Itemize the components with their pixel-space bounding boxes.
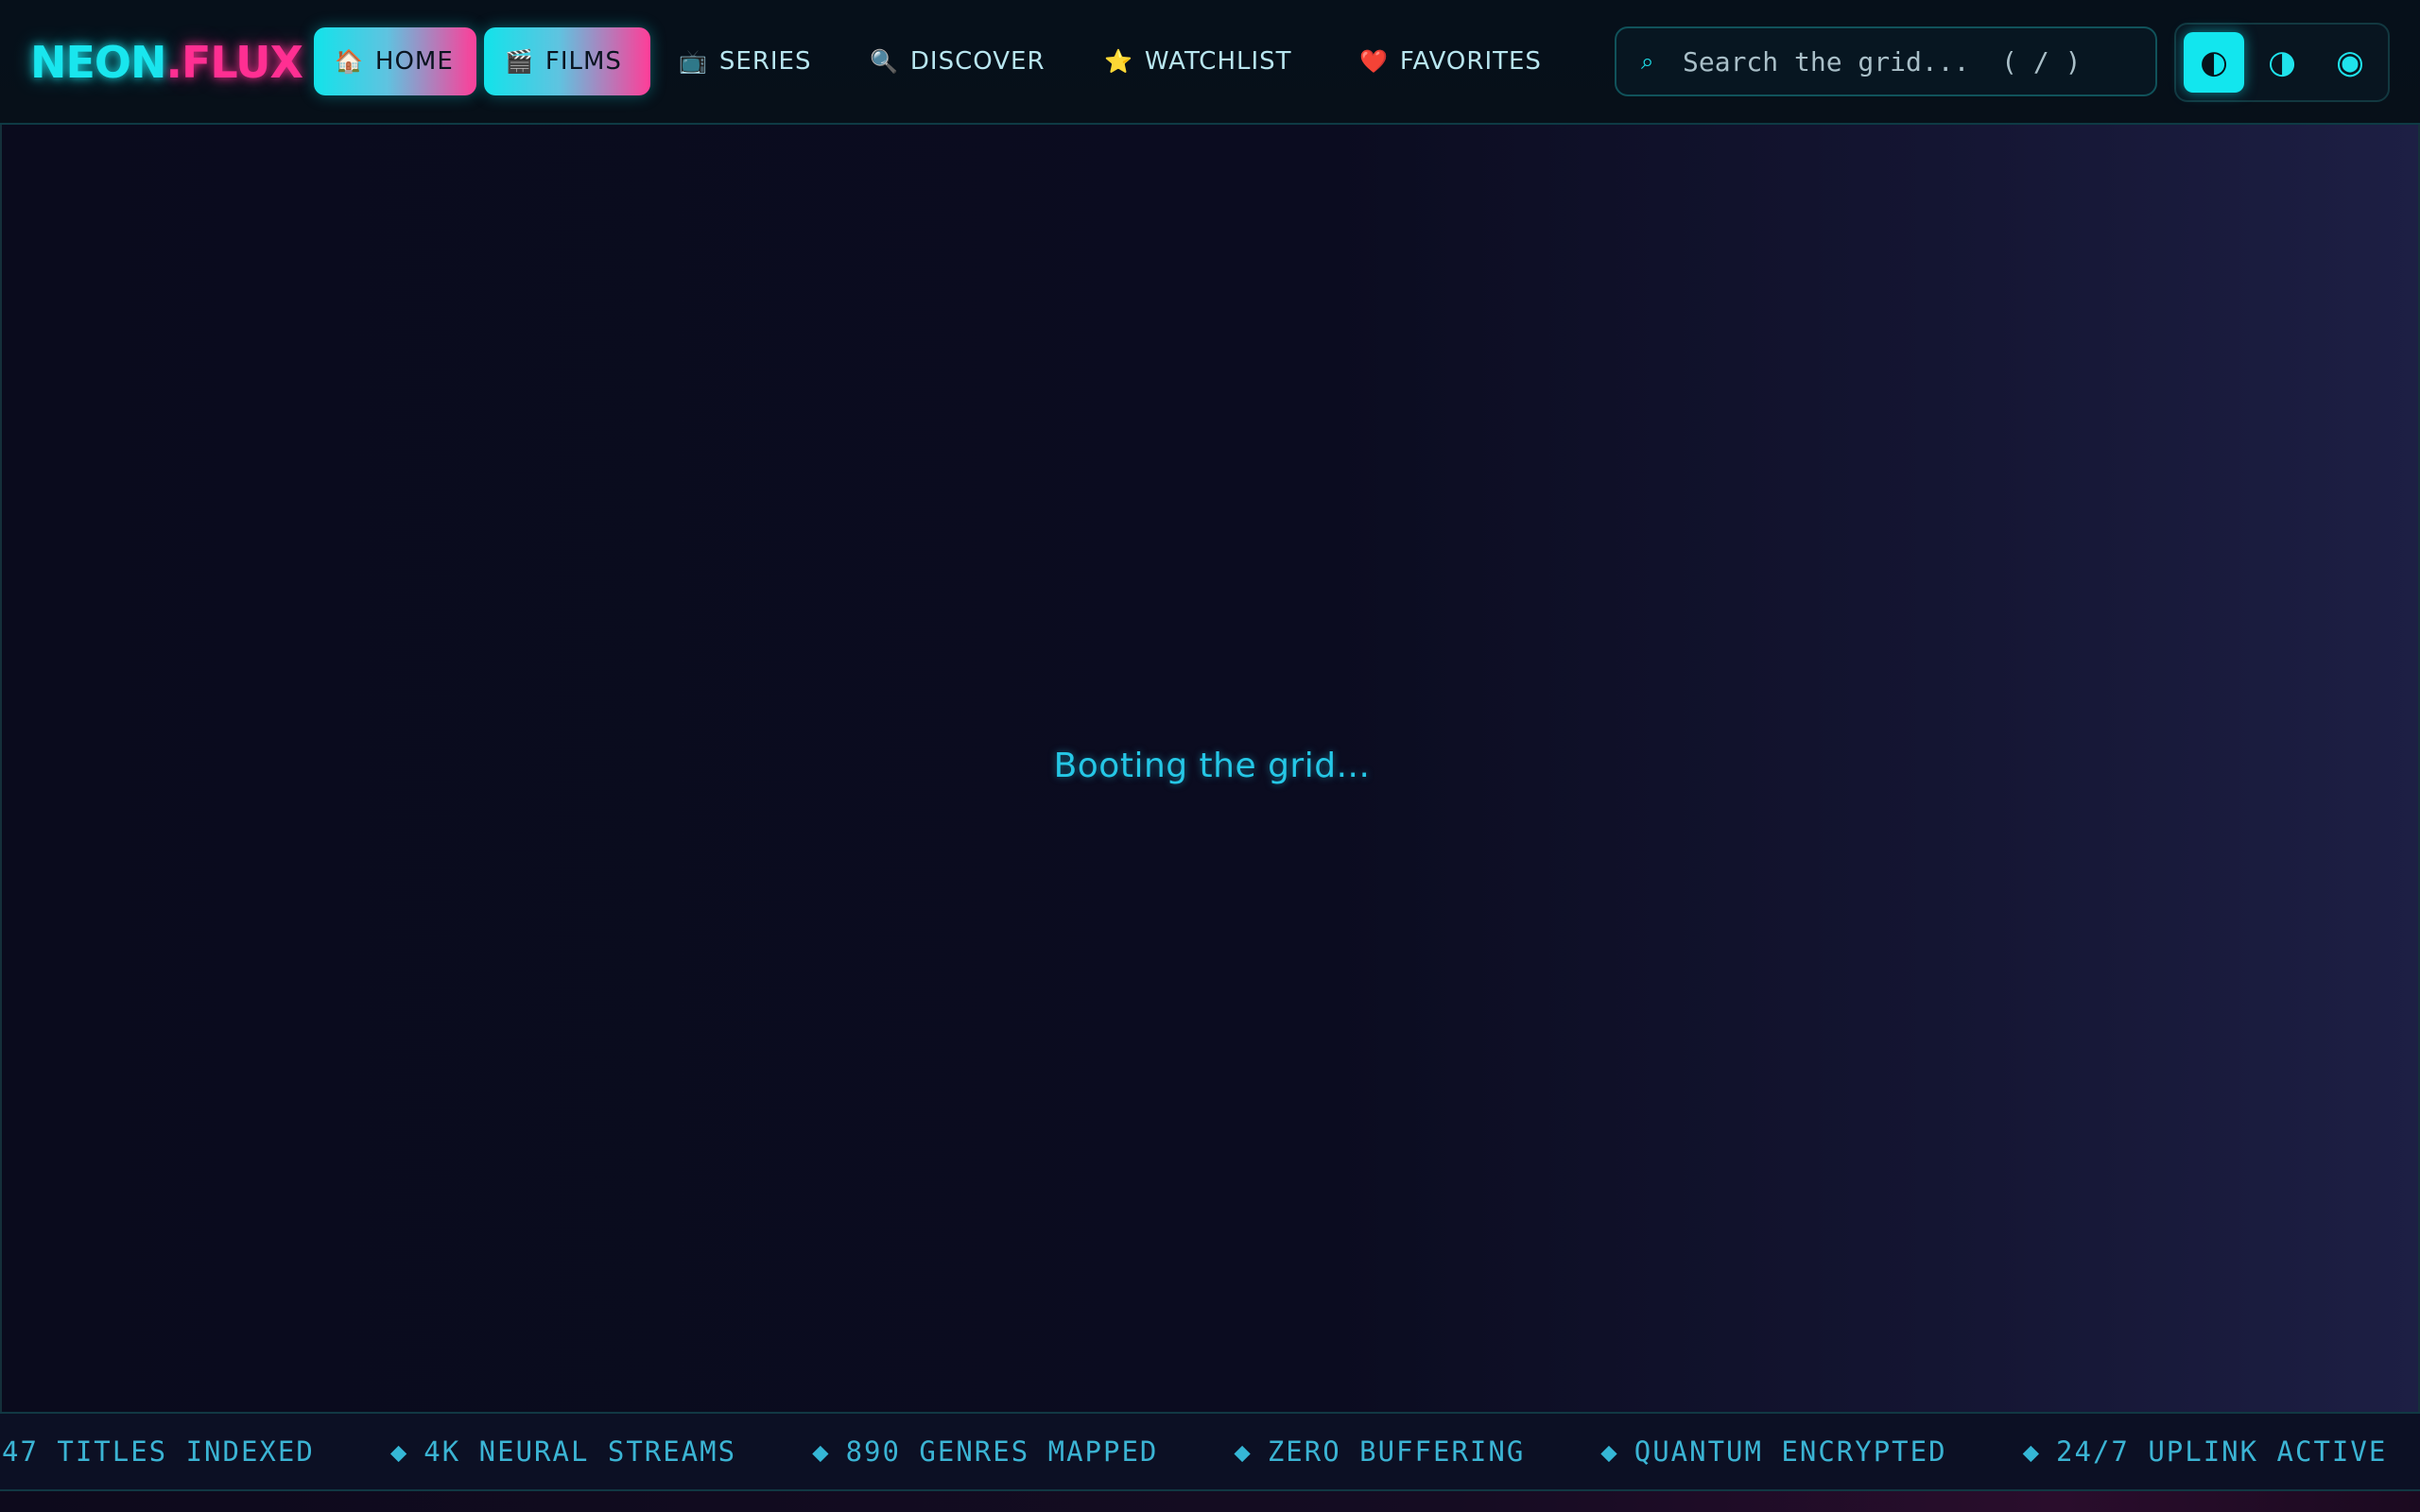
nav-series[interactable]: 📺 SERIES [658, 27, 833, 95]
home-icon: 🏠 [335, 48, 364, 75]
logo[interactable]: NEON.FLUX [30, 34, 303, 91]
nav-watchlist[interactable]: ⭐ WATCHLIST [1083, 27, 1313, 95]
nav-favorites-label: FAVORITES [1399, 47, 1542, 76]
ticker-item: ◆ QUANTUM ENCRYPTED [1600, 1414, 1946, 1489]
nav-watchlist-label: WATCHLIST [1144, 47, 1292, 76]
theme-mode-toggle: ◐ ◑ ◉ [2174, 23, 2390, 102]
nav-films-label: FILMS [544, 47, 622, 76]
clapper-icon: 🎬 [505, 48, 534, 75]
ticker-item: ◆ 890 GENRES MAPPED [812, 1414, 1158, 1489]
main-content-area: Booting the grid... [0, 125, 2420, 1412]
ticker-item: 47 TITLES INDEXED [2, 1414, 315, 1489]
ticker-item-text: 4K NEURAL STREAMS [424, 1435, 737, 1468]
logo-part-neon: NEON [30, 37, 167, 88]
heart-icon: ❤️ [1359, 48, 1389, 75]
ticker-item: ◆ 4K NEURAL STREAMS [390, 1414, 736, 1489]
magnifier-icon: 🔍 [870, 48, 899, 75]
top-navigation-bar: NEON.FLUX 🏠 HOME 🎬 FILMS 📺 SERIES 🔍 DISCOVER… [0, 0, 2420, 125]
diamond-icon: ◆ [1234, 1435, 1253, 1468]
contrast-light-icon[interactable]: ◑ [2252, 32, 2312, 93]
ticker-item-text: QUANTUM ENCRYPTED [1634, 1435, 1947, 1468]
bottom-glow-strip [0, 1491, 2420, 1512]
diamond-icon: ◆ [1600, 1435, 1619, 1468]
nav-discover[interactable]: 🔍 DISCOVER [849, 27, 1066, 95]
nav-home[interactable]: 🏠 HOME [314, 27, 476, 95]
ticker-track: 47 TITLES INDEXED ◆ 4K NEURAL STREAMS ◆ 890 … [2, 1414, 2420, 1489]
ticker-item-text: 24/7 UPLINK ACTIVE [2056, 1435, 2388, 1468]
search-input[interactable] [1683, 28, 2136, 94]
nav-favorites[interactable]: ❤️ FAVORITES [1339, 27, 1563, 95]
contrast-dark-icon[interactable]: ◐ [2184, 32, 2244, 93]
star-icon: ⭐ [1104, 48, 1133, 75]
stats-ticker: 47 TITLES INDEXED ◆ 4K NEURAL STREAMS ◆ 890 … [0, 1412, 2420, 1491]
ticker-item-text: 890 GENRES MAPPED [845, 1435, 1159, 1468]
diamond-icon: ◆ [812, 1435, 831, 1468]
radio-target-icon[interactable]: ◉ [2320, 32, 2380, 93]
diamond-icon: ◆ [389, 1435, 409, 1468]
loading-message: Booting the grid... [1053, 747, 1371, 785]
ticker-item: ◆ ZERO BUFFERING [1234, 1414, 1525, 1489]
ticker-item: ◆ 24/7 UPLINK ACTIVE [2023, 1414, 2388, 1489]
nav-films[interactable]: 🎬 FILMS [484, 27, 650, 95]
nav-home-label: HOME [374, 47, 454, 76]
search-icon: ⌕ [1641, 48, 1654, 75]
logo-part-flux: .FLUX [165, 37, 303, 88]
nav-discover-label: DISCOVER [909, 47, 1046, 76]
tv-icon: 📺 [679, 48, 708, 75]
nav-series-label: SERIES [718, 47, 812, 76]
diamond-icon: ◆ [2022, 1435, 2042, 1468]
ticker-item-text: 47 TITLES INDEXED [2, 1435, 315, 1468]
search-box[interactable]: ⌕ [1615, 26, 2157, 96]
ticker-item-text: ZERO BUFFERING [1267, 1435, 1526, 1468]
